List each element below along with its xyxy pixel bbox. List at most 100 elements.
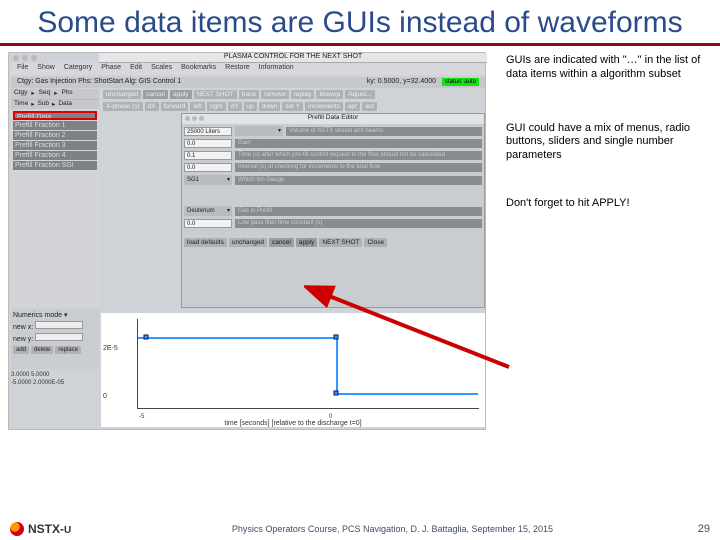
window-title: PLASMA CONTROL FOR THE NEXT SHOT [99, 53, 487, 63]
newx-input[interactable] [35, 321, 83, 329]
ed-label: Which Ion Gauge [235, 176, 482, 185]
subbar-left: Ctgy: Gas Injection Phs: ShotStart Alg: … [17, 78, 181, 87]
btn-cancel[interactable]: cancel [143, 90, 168, 99]
status-badge: status: auto [442, 78, 479, 86]
btn-next-shot[interactable]: NEXT SHOT [194, 90, 237, 99]
tb3[interactable]: down [259, 102, 281, 111]
chart-xlabel: time [seconds] [relative to the discharg… [101, 420, 485, 427]
window-dots [13, 55, 37, 61]
ed-field[interactable]: 0.0 [184, 163, 232, 172]
ed-field[interactable]: 25000 Liters [184, 127, 232, 136]
ed-label: Gas in Prefill [235, 207, 482, 216]
menu-item[interactable]: Information [259, 64, 294, 74]
ytick-label: 2E-5 [103, 345, 118, 352]
list-item[interactable]: Prefill Fraction 4 [13, 151, 97, 160]
tb3[interactable]: set Y [282, 102, 303, 111]
subtab-time[interactable]: Time [14, 100, 28, 109]
sidebar-tabs[interactable]: Ctgy▸ Seq▸ Phs [11, 89, 99, 99]
ed-field[interactable]: 0.0 [184, 219, 232, 228]
subtab-data[interactable]: Data [58, 100, 72, 109]
list-item[interactable]: Prefill Fraction SGI [13, 161, 97, 170]
ed-field[interactable]: 0.1 [184, 151, 232, 160]
values-readout: 3.0000 5.0000 -5.0000 2.0000E-05 [11, 371, 99, 387]
menu-item[interactable]: Phase [101, 64, 121, 74]
note-3: Don't forget to hit APPLY! [506, 197, 706, 211]
tb3[interactable]: dX [145, 102, 159, 111]
tb3[interactable]: left [190, 102, 205, 111]
sidebar-subtabs[interactable]: Time▸ Sub▸ Data [11, 99, 99, 109]
subtab-sub[interactable]: Sub [37, 100, 49, 109]
btn-blowup[interactable]: blowup [316, 90, 343, 99]
ed-drop[interactable] [235, 126, 283, 136]
tb3[interactable]: apr [345, 102, 360, 111]
list-item[interactable]: Prefill Fraction 1 [13, 121, 97, 130]
ed-drop-ion-gauge[interactable]: SG1 [184, 175, 232, 185]
btn-delete[interactable]: delete [31, 346, 53, 354]
ed-label: Interval (s) of checking for increments … [235, 163, 482, 172]
btn-unchanged[interactable]: unchanged [103, 90, 141, 99]
btn-replace[interactable]: replace [55, 346, 81, 354]
note-1: GUIs are indicated with "…" in the list … [506, 54, 706, 82]
ed-label: Time (s) after which pre-fill control re… [235, 151, 482, 160]
ytick-label: 0 [103, 393, 107, 400]
toolbar-row-2: X-phase (s) dX forward left right dY up … [101, 101, 485, 112]
slide-footer: NSTX-U Physics Operators Course, PCS Nav… [0, 522, 720, 536]
tb3[interactable]: dY [228, 102, 242, 111]
ed-drop-gas[interactable]: Deuterium [184, 206, 232, 216]
page-number: 29 [698, 523, 710, 535]
tab-seq[interactable]: Seq [39, 89, 51, 99]
tb3[interactable]: right [207, 102, 226, 111]
prefill-data-editor: Prefill Data Editor 25000 Liters Volume o… [181, 113, 485, 308]
tb3[interactable]: X-phase (s) [103, 102, 143, 111]
newy-input[interactable] [35, 333, 83, 341]
tab-ctgy[interactable]: Ctgy [14, 89, 27, 99]
ed-btn-next-shot[interactable]: NEXT SHOT [319, 238, 362, 247]
ed-btn-load-defaults[interactable]: load defaults [184, 238, 227, 247]
note-2: GUI could have a mix of menus, radio but… [506, 122, 706, 163]
btn-replay[interactable]: replay [291, 90, 315, 99]
divider-rule [0, 43, 720, 46]
menu-item[interactable]: Show [37, 64, 55, 74]
subbar-readout: ky: 0.5000, y=32.4000 [367, 78, 436, 85]
toolbar-row-1: unchanged cancel apply NEXT SHOT trace r… [101, 89, 485, 100]
tab-phs[interactable]: Phs [61, 89, 72, 99]
sidebar: Ctgy▸ Seq▸ Phs Time▸ Sub▸ Data Prefill D… [11, 89, 99, 307]
slide-title: Some data items are GUIs instead of wave… [0, 0, 720, 41]
menu-item[interactable]: Edit [130, 64, 142, 74]
waveform-chart: 2E-5 0 -5 0 time [seconds] [relative to … [101, 313, 485, 427]
list-item[interactable]: Prefill Fraction 2 [13, 131, 97, 140]
ed-field[interactable]: 0.0 [184, 139, 232, 148]
btn-add[interactable]: add [13, 346, 29, 354]
btn-apply[interactable]: apply [170, 90, 192, 99]
ed-label: Volume of NSTX vessel and beams [286, 127, 482, 136]
btn-remove[interactable]: remove [261, 90, 289, 99]
newx-label: new x: [13, 324, 33, 331]
tb3[interactable]: act [362, 102, 377, 111]
ed-label: Gain [235, 139, 482, 148]
btn-adjust[interactable]: Adjust... [345, 90, 374, 99]
editor-title: Prefill Data Editor [182, 114, 484, 124]
nstx-logo-icon [10, 522, 24, 536]
ed-label: Low pass filter time constant (s) [235, 219, 482, 228]
tb3[interactable]: increments [305, 102, 343, 111]
menu-bar[interactable]: File Show Category Phase Edit Scales Boo… [11, 63, 485, 75]
list-item-prefill-data[interactable]: Prefill Data... [13, 111, 97, 120]
newy-label: new y: [13, 336, 33, 343]
numerics-mode-panel: Numerics mode ▾ new x: new y: add delete… [11, 309, 99, 369]
menu-item[interactable]: Scales [151, 64, 172, 74]
ed-btn-apply[interactable]: apply [296, 238, 318, 247]
menu-item[interactable]: Bookmarks [181, 64, 216, 74]
list-item[interactable]: Prefill Fraction 3 [13, 141, 97, 150]
ed-btn-close[interactable]: Close [364, 238, 387, 247]
ed-btn-cancel[interactable]: cancel [269, 238, 294, 247]
menu-item[interactable]: File [17, 64, 28, 74]
chart-axes [137, 319, 479, 409]
tb3[interactable]: forward [161, 102, 189, 111]
btn-trace[interactable]: trace [239, 90, 259, 99]
ed-btn-unchanged[interactable]: unchanged [229, 238, 267, 247]
numerics-mode-label[interactable]: Numerics mode ▾ [13, 311, 97, 319]
menu-item[interactable]: Restore [225, 64, 250, 74]
tb3[interactable]: up [244, 102, 257, 111]
footer-caption: Physics Operators Course, PCS Navigation… [87, 524, 698, 534]
menu-item[interactable]: Category [64, 64, 92, 74]
